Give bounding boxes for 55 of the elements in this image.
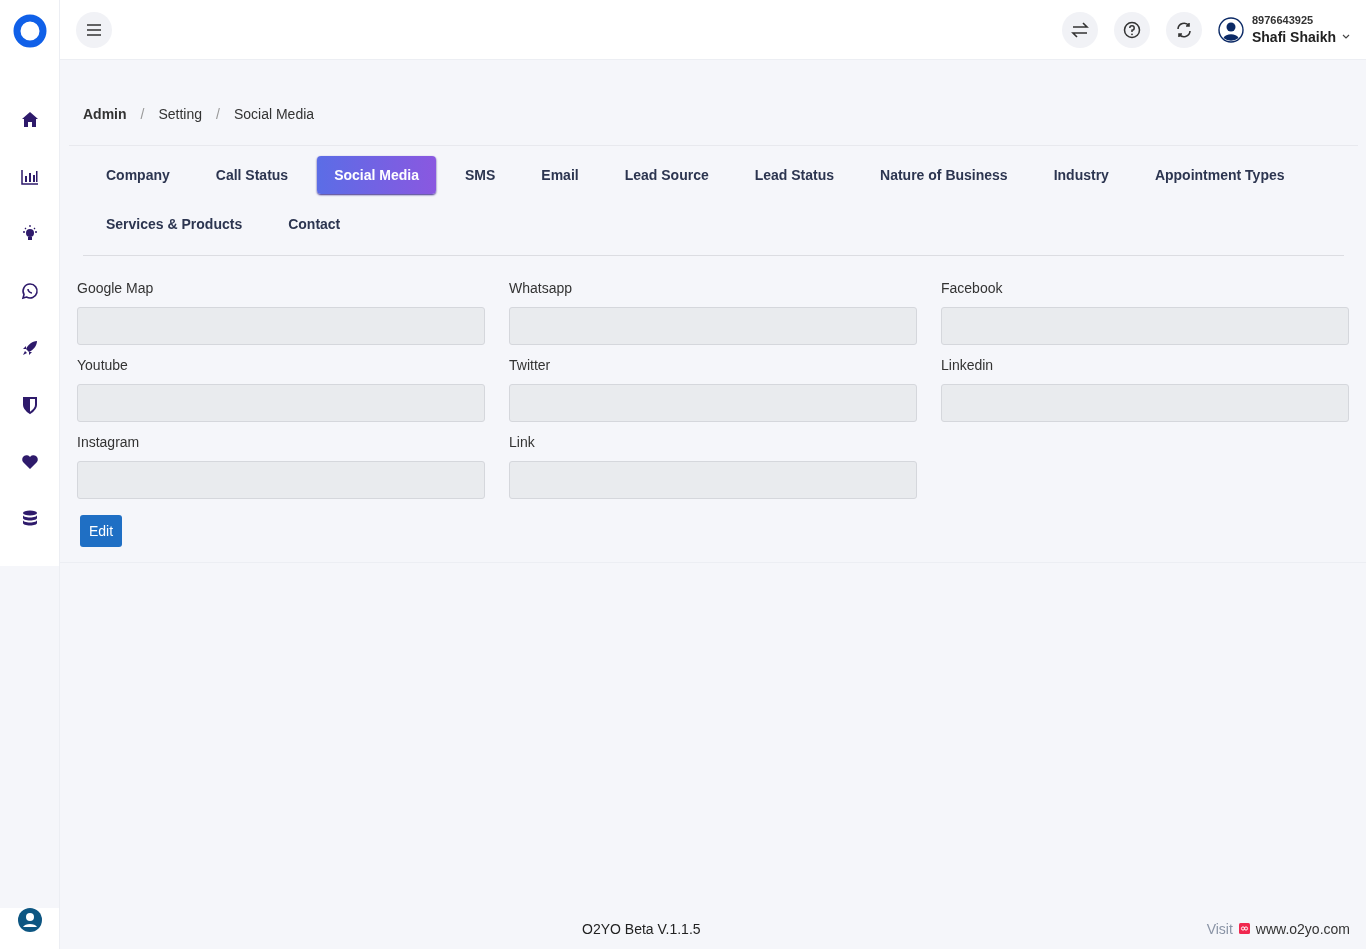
help-button[interactable]: [1113, 11, 1150, 48]
field-label: Twitter: [509, 357, 552, 375]
field-label: Facebook: [941, 280, 1004, 298]
settings-tab[interactable]: Appointment Types: [1137, 156, 1302, 194]
input-field[interactable]: [77, 461, 485, 499]
field-label: Whatsapp: [509, 280, 574, 298]
refresh-icon: [1174, 20, 1193, 39]
swap-arrows-icon: [1070, 21, 1089, 38]
breadcrumb-separator: /: [216, 105, 220, 122]
input-field[interactable]: [77, 307, 485, 345]
site-logo-icon: [1238, 923, 1250, 934]
settings-tab[interactable]: Call Status: [198, 156, 306, 194]
settings-tab[interactable]: SMS: [447, 156, 513, 194]
avatar-icon[interactable]: [17, 908, 42, 932]
website-link[interactable]: www.o2yo.com: [1255, 920, 1350, 937]
help-icon: [1122, 20, 1141, 39]
settings-tab[interactable]: Contact: [271, 205, 358, 243]
bar-chart-icon[interactable]: [19, 167, 40, 187]
input-field[interactable]: [509, 461, 917, 499]
settings-tab[interactable]: Social Media: [317, 156, 436, 194]
settings-tab[interactable]: Company: [89, 156, 187, 194]
visit-label: Visit: [1206, 920, 1233, 937]
menu-icon: [86, 22, 102, 37]
user-phone: 8976643925: [1251, 14, 1315, 26]
breadcrumb-item: Social Media: [233, 105, 315, 122]
user-avatar-icon[interactable]: [1217, 16, 1244, 43]
input-field[interactable]: [941, 307, 1349, 345]
user-name[interactable]: Shafi Shaikh: [1251, 29, 1336, 45]
settings-tab[interactable]: Nature of Business: [863, 156, 1025, 194]
field-label: Google Map: [77, 280, 155, 298]
breadcrumb-item[interactable]: Admin: [83, 105, 127, 122]
refresh-button[interactable]: [1165, 11, 1202, 48]
edit-button[interactable]: Edit: [80, 515, 123, 547]
settings-tab[interactable]: Lead Source: [607, 156, 726, 194]
field-label: Instagram: [77, 434, 141, 452]
field-label: Link: [509, 434, 536, 452]
menu-button[interactable]: [76, 11, 112, 48]
input-field[interactable]: [509, 307, 917, 345]
swap-button[interactable]: [1061, 11, 1098, 48]
chat-bubble-icon[interactable]: [19, 281, 40, 301]
field-label: Linkedin: [941, 357, 995, 375]
heart-icon[interactable]: [19, 452, 40, 472]
input-field[interactable]: [77, 384, 485, 422]
breadcrumb-separator: /: [140, 105, 145, 122]
settings-tab[interactable]: Industry: [1036, 156, 1126, 194]
logo-icon[interactable]: [12, 14, 47, 48]
version-text: O2YO Beta V.1.1.5: [582, 920, 701, 937]
breadcrumb-item[interactable]: Setting: [158, 105, 203, 122]
settings-tab[interactable]: Services & Products: [89, 205, 260, 243]
settings-tab[interactable]: Email: [524, 156, 596, 194]
field-label: Youtube: [77, 357, 129, 375]
input-field[interactable]: [509, 384, 917, 422]
caret-icon[interactable]: [1342, 34, 1350, 40]
input-field[interactable]: [941, 384, 1349, 422]
settings-tab[interactable]: Lead Status: [737, 156, 852, 194]
